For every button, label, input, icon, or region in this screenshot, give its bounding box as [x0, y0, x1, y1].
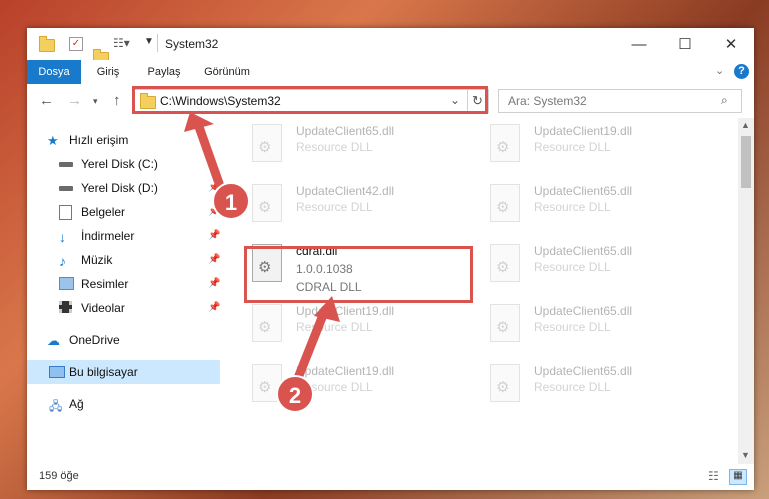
- step-1-badge: 1: [212, 182, 250, 220]
- arrow-2-shaft: [293, 305, 330, 383]
- step-2-badge: 2: [276, 375, 314, 413]
- arrow-1-shaft: [193, 119, 225, 191]
- annotation-arrows: [184, 112, 340, 383]
